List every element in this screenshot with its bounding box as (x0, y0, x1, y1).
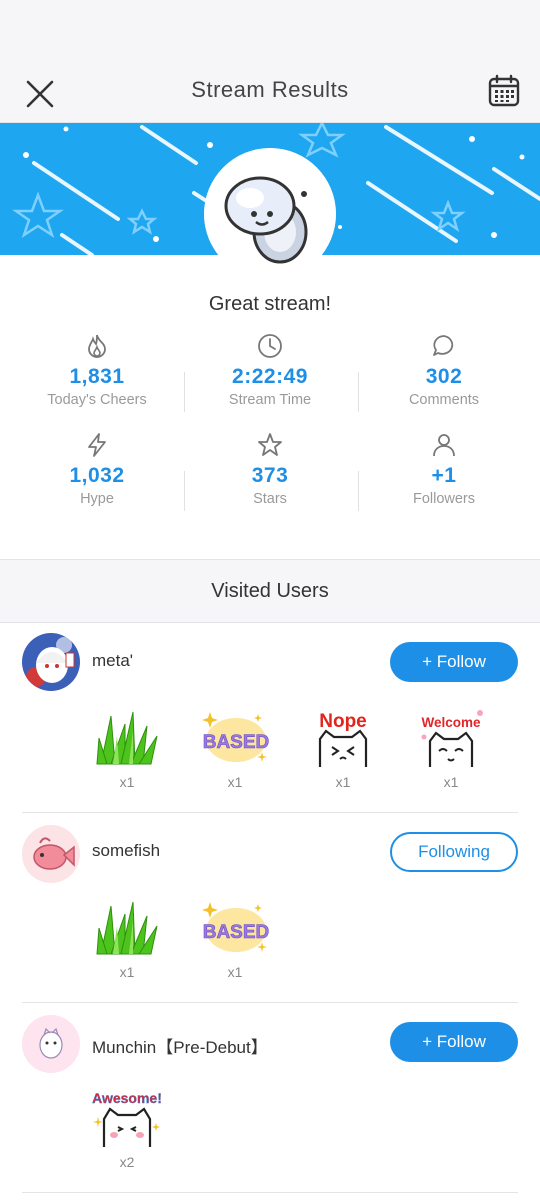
visited-user-row: somefish Following x1 BASED x1 (22, 813, 518, 1003)
avatar[interactable] (22, 1015, 80, 1073)
streamer-avatar (204, 148, 336, 280)
follow-button[interactable]: + Follow (390, 1022, 518, 1062)
stat-label: Followers (412, 491, 476, 507)
page-title: Stream Results (191, 77, 349, 102)
divider (184, 372, 185, 412)
stat-stars: 373 Stars (180, 431, 360, 507)
star-icon (258, 433, 282, 456)
divider (358, 471, 359, 511)
person-icon (433, 434, 455, 457)
sticker-count: x1 (227, 774, 243, 790)
sticker-count: x1 (335, 774, 351, 790)
avatar[interactable] (22, 633, 80, 691)
awesome-cat-sticker-icon: Awesome! (92, 1090, 162, 1147)
sticker-item: Awesome! x2 (82, 1088, 172, 1170)
sticker-count: x2 (119, 1154, 135, 1170)
clock-icon (258, 334, 282, 358)
stat-label: Hype (80, 491, 114, 507)
visited-user-row: Munchin【Pre-Debut】 + Follow Awesome! x2 (22, 1003, 518, 1193)
sticker-count: x1 (227, 964, 243, 980)
sticker-text: BASED (203, 922, 270, 943)
bolt-icon (88, 433, 106, 457)
stat-followers: +1 Followers (354, 431, 534, 507)
sticker-text: Awesome! (92, 1090, 162, 1106)
stats-grid: 1,831 Today's Cheers 2:22:49 Stream Time… (0, 332, 540, 537)
stat-value: 373 (251, 464, 289, 487)
sticker-item: BASED x1 (190, 898, 280, 980)
summary-message: Great stream! (208, 293, 332, 315)
sticker-text: Nope (319, 711, 367, 732)
stat-label: Stars (253, 491, 287, 507)
following-button[interactable]: Following (390, 832, 518, 872)
stat-value: 2:22:49 (232, 365, 308, 388)
sticker-item: Nope x1 (298, 708, 388, 790)
stat-value: 302 (425, 365, 463, 388)
sticker-item: BASED x1 (190, 708, 280, 790)
status-bar (0, 0, 540, 66)
app-header: Stream Results (0, 66, 540, 123)
comment-icon (433, 335, 454, 356)
stat-value: 1,032 (69, 464, 125, 487)
sticker-item: x1 (82, 708, 172, 790)
grass-sticker-icon (96, 901, 158, 955)
divider (184, 471, 185, 511)
user-name[interactable]: meta' (92, 651, 133, 671)
visited-users-heading: Visited Users (0, 559, 540, 623)
grass-sticker-icon (96, 711, 158, 765)
user-name[interactable]: somefish (92, 841, 160, 861)
welcome-cat-sticker-icon: Welcome (421, 710, 483, 767)
sticker-item: Welcome x1 (406, 708, 496, 790)
stat-label: Comments (408, 392, 480, 408)
avatar[interactable] (22, 825, 80, 883)
stat-value: +1 (431, 464, 457, 487)
user-name[interactable]: Munchin【Pre-Debut】 (92, 1033, 268, 1058)
stat-stream-time: 2:22:49 Stream Time (180, 332, 360, 408)
sticker-text: Welcome (421, 715, 481, 730)
based-sticker-icon: BASED (202, 712, 270, 762)
stat-label: Today's Cheers (47, 392, 147, 408)
sticker-count: x1 (119, 964, 135, 980)
divider (358, 372, 359, 412)
sticker-count: x1 (119, 774, 135, 790)
nope-cat-sticker-icon: Nope (318, 711, 368, 767)
stat-cheers: 1,831 Today's Cheers (7, 332, 187, 408)
sticker-text: BASED (203, 732, 270, 753)
stat-comments: 302 Comments (354, 332, 534, 408)
flame-icon (88, 334, 106, 358)
sticker-item: x1 (82, 898, 172, 980)
visited-user-row: meta' + Follow x1 BASED x1 Nope x1 Welco… (22, 623, 518, 813)
calendar-icon[interactable] (486, 73, 522, 109)
stat-value: 1,831 (69, 365, 125, 388)
based-sticker-icon: BASED (202, 902, 270, 952)
sticker-count: x1 (443, 774, 459, 790)
follow-button[interactable]: + Follow (390, 642, 518, 682)
stat-hype: 1,032 Hype (7, 431, 187, 507)
stat-label: Stream Time (228, 392, 312, 408)
